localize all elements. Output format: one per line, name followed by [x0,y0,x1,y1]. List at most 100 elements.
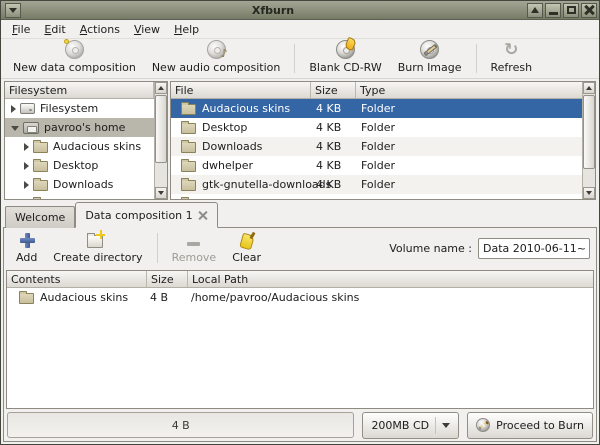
new-audio-composition-button[interactable]: ♪ New audio composition [144,40,289,77]
new-data-composition-button[interactable]: New data composition [5,40,144,77]
new-audio-composition-label: New audio composition [152,61,281,74]
folder-icon [181,104,196,115]
file-name: Audacious skins [202,102,290,115]
contents-column-header[interactable]: Contents [7,271,147,287]
shade-button[interactable] [527,3,543,18]
remove-icon [187,231,200,249]
contents-header-row: Contents Size Local Path [7,271,593,288]
size-column-header[interactable]: Size [147,271,188,287]
filesystem-column-header[interactable]: Filesystem [5,82,154,98]
file-row-desktop[interactable]: Desktop 4 KB Folder [171,118,582,137]
combo-separator [435,417,436,434]
browser-panes: Filesystem Filesystem pavroo's home Auda… [4,81,596,200]
file-name: Downloads [202,140,262,153]
file-size: 4 KB [316,159,341,172]
file-list-header-row: File Size Type [171,82,582,99]
composition-notebook: Welcome Data composition 1 Add Create di… [3,202,597,442]
volume-name-input[interactable] [478,238,590,259]
close-button[interactable] [581,3,597,18]
tree-row-home[interactable]: pavroo's home [5,118,154,137]
tab-close-icon[interactable] [199,211,208,220]
filesystem-header-row: Filesystem [5,82,154,99]
scroll-up-button[interactable] [155,82,167,94]
expander-collapsed-icon[interactable] [24,162,29,170]
expander-expanded-icon[interactable] [11,126,19,131]
scroll-down-button[interactable] [155,187,167,199]
blank-cdrw-button[interactable]: Blank CD-RW [301,40,389,77]
folder-icon [19,293,34,304]
file-column-header[interactable]: File [171,82,311,98]
scrollbar-thumb[interactable] [583,95,595,169]
burn-image-icon [420,40,439,59]
volume-name-label: Volume name : [389,242,472,255]
burn-image-button[interactable]: Burn Image [390,40,470,77]
file-list-scrollbar[interactable] [582,82,595,199]
expander-collapsed-icon[interactable] [11,105,16,113]
contents-size: 4 B [150,291,168,304]
tree-scrollbar[interactable] [154,82,167,199]
expander-collapsed-icon[interactable] [24,143,29,151]
scroll-down-button[interactable] [583,187,595,199]
tree-row-dwhelper[interactable]: dwhelper [5,194,154,199]
folder-icon [33,180,48,191]
contents-list: Contents Size Local Path Audacious skins… [6,270,594,409]
contents-path: /home/pavroo/Audacious skins [191,291,359,304]
clear-label: Clear [232,251,261,264]
tab-data-composition-label: Data composition 1 [85,209,192,222]
tab-welcome[interactable]: Welcome [5,206,75,228]
file-row-audacious-skins[interactable]: Audacious skins 4 KB Folder [171,99,582,118]
file-type: Folder [361,140,395,153]
contents-rows: Audacious skins 4 B /home/pavroo/Audacio… [7,288,593,408]
folder-icon [181,180,196,191]
file-row-downloads[interactable]: Downloads 4 KB Folder [171,137,582,156]
menu-edit[interactable]: Edit [37,21,72,38]
window-menu-button[interactable] [5,3,21,18]
file-row-gtk-gnutella-downloads[interactable]: gtk-gnutella-downloads 4 KB Folder [171,175,582,194]
scrollbar-thumb[interactable] [155,95,167,163]
clear-icon [239,231,255,249]
tab-welcome-label: Welcome [15,211,65,224]
add-label: Add [16,251,37,264]
create-directory-button[interactable]: Create directory [45,229,150,267]
file-size: 4 KB [316,197,341,199]
toolbar-separator [157,233,158,263]
remove-label: Remove [172,251,217,264]
size-column-header[interactable]: Size [311,82,356,98]
file-size: 4 KB [316,178,341,191]
file-row-music[interactable]: Music 4 KB Folder [171,194,582,199]
refresh-button[interactable]: Refresh [483,40,541,77]
disc-size-combo[interactable]: 200MB CD [362,412,459,439]
menu-view[interactable]: View [127,21,167,38]
type-column-header[interactable]: Type [356,82,582,98]
tab-bar: Welcome Data composition 1 [5,202,218,228]
minimize-button[interactable] [545,3,561,18]
tree-row-downloads[interactable]: Downloads [5,175,154,194]
tree-row-filesystem[interactable]: Filesystem [5,99,154,118]
scroll-up-button[interactable] [583,82,595,94]
file-list-pane: File Size Type Audacious skins 4 KB Fold… [170,81,596,200]
proceed-to-burn-button[interactable]: Proceed to Burn [467,412,593,439]
tab-data-composition-1[interactable]: Data composition 1 [75,202,217,228]
folder-icon [181,161,196,172]
folder-icon [181,123,196,134]
clear-button[interactable]: Clear [224,229,269,267]
titlebar[interactable]: Xfburn [1,1,599,20]
folder-icon [181,142,196,153]
file-name: Music [202,197,233,199]
arrow-up-icon [586,86,592,90]
file-row-dwhelper[interactable]: dwhelper 4 KB Folder [171,156,582,175]
add-button[interactable]: Add [8,229,45,267]
menu-actions[interactable]: Actions [73,21,127,38]
contents-row-audacious-skins[interactable]: Audacious skins 4 B /home/pavroo/Audacio… [7,288,593,306]
maximize-button[interactable] [563,3,579,18]
menu-help[interactable]: Help [167,21,206,38]
tree-row-audacious-skins[interactable]: Audacious skins [5,137,154,156]
remove-button[interactable]: Remove [164,229,225,267]
arrow-down-icon [586,191,592,195]
tree-row-desktop[interactable]: Desktop [5,156,154,175]
expander-collapsed-icon[interactable] [24,181,29,189]
local-path-column-header[interactable]: Local Path [188,271,593,287]
window-title: Xfburn [21,4,525,17]
new-data-composition-icon [65,40,84,59]
menu-file[interactable]: File [5,21,37,38]
